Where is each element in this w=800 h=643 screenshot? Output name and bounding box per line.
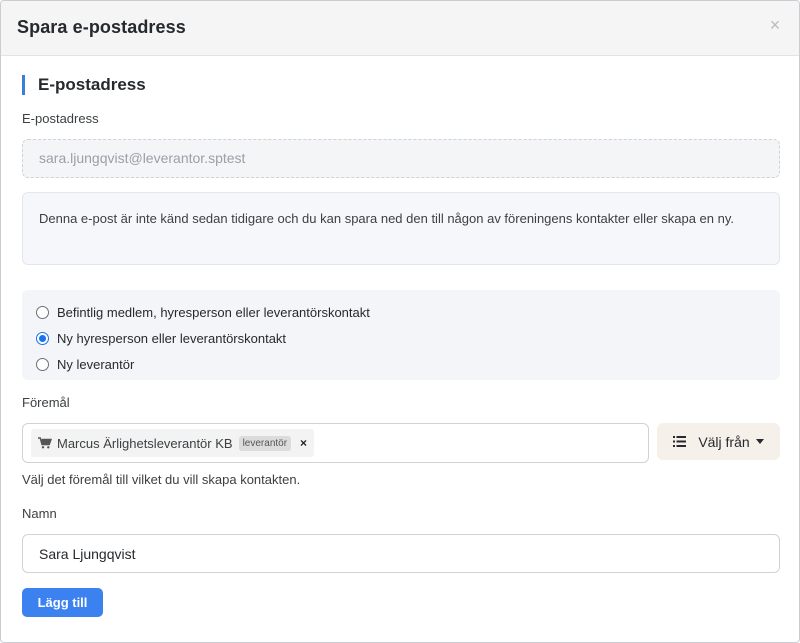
choose-from-button[interactable]: Välj från bbox=[657, 423, 780, 460]
object-select-field[interactable]: Marcus Ärlighetsleverantör KB leverantör… bbox=[22, 423, 649, 463]
radio-button[interactable] bbox=[36, 305, 49, 319]
email-readonly-field: sara.ljungqvist@leverantor.sptest bbox=[22, 139, 780, 178]
selected-object-tag: Marcus Ärlighetsleverantör KB leverantör… bbox=[31, 429, 315, 457]
list-icon bbox=[673, 436, 687, 447]
radio-button-selected[interactable] bbox=[36, 331, 49, 345]
dialog-header: Spara e-postadress × bbox=[1, 1, 799, 56]
radio-label: Ny hyresperson eller leverantörskontakt bbox=[57, 330, 287, 346]
radio-label: Ny leverantör bbox=[57, 356, 135, 372]
tag-remove-icon[interactable]: × bbox=[300, 436, 307, 450]
section-title: E-postadress bbox=[22, 75, 146, 95]
email-label: E-postadress bbox=[22, 111, 99, 126]
contact-type-radio-group: Befintlig medlem, hyresperson eller leve… bbox=[22, 290, 780, 380]
shopping-cart-icon bbox=[38, 437, 52, 449]
save-email-dialog: Spara e-postadress × E-postadress E-post… bbox=[0, 0, 800, 643]
object-help-text: Välj det föremål till vilket du vill ska… bbox=[22, 472, 301, 487]
radio-new-supplier[interactable]: Ny leverantör bbox=[22, 351, 780, 377]
dialog-title: Spara e-postadress bbox=[17, 17, 186, 37]
name-input[interactable] bbox=[22, 534, 780, 573]
object-label: Föremål bbox=[22, 395, 70, 410]
tag-badge: leverantör bbox=[238, 435, 292, 451]
caret-down-icon bbox=[755, 439, 764, 444]
tag-name: Marcus Ärlighetsleverantör KB bbox=[57, 435, 233, 451]
radio-new-tenant-or-supplier-contact[interactable]: Ny hyresperson eller leverantörskontakt bbox=[22, 325, 780, 351]
choose-from-label: Välj från bbox=[698, 433, 750, 450]
close-icon[interactable]: × bbox=[767, 15, 783, 35]
radio-label: Befintlig medlem, hyresperson eller leve… bbox=[57, 304, 370, 320]
info-message: Denna e-post är inte känd sedan tidigare… bbox=[22, 192, 780, 265]
add-button[interactable]: Lägg till bbox=[22, 588, 103, 617]
name-label: Namn bbox=[22, 506, 57, 521]
radio-button[interactable] bbox=[36, 357, 49, 371]
radio-existing-contact[interactable]: Befintlig medlem, hyresperson eller leve… bbox=[22, 299, 780, 325]
